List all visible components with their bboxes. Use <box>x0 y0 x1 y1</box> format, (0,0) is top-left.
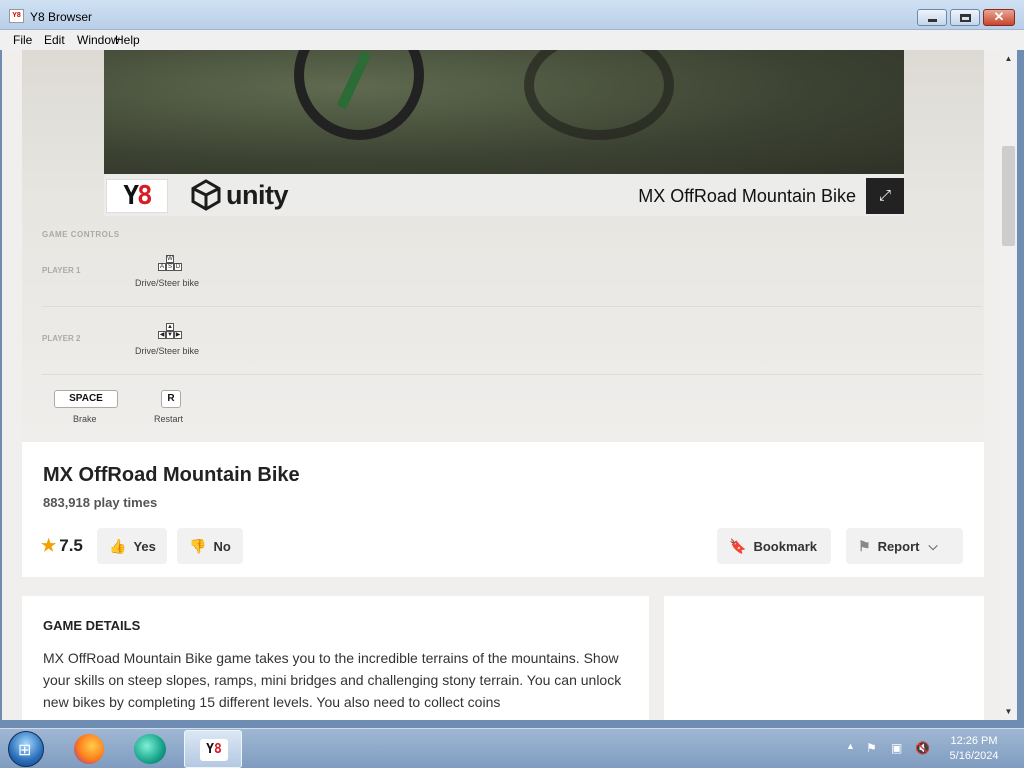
bookmark-label: Bookmark <box>753 538 818 554</box>
flag-icon: ⚑ <box>858 537 871 554</box>
key-up: ▲ <box>166 323 174 331</box>
taskbar: ⊞ Y8 ▲ ⚑ ▣ 🔇 12:26 PM 5/16/2024 <box>0 728 1024 768</box>
game-overlay-title: MX OffRoad Mountain Bike <box>638 186 856 206</box>
taskbar-app[interactable] <box>121 730 179 768</box>
restart-caption: Restart <box>154 414 184 424</box>
key-s: S <box>166 263 174 271</box>
player2-caption: Drive/Steer bike <box>135 346 200 356</box>
dislike-button[interactable]: 👎 No <box>177 528 243 564</box>
y8-icon: Y8 <box>200 739 228 761</box>
key-down: ▼ <box>166 331 174 339</box>
window-title: Y8 Browser <box>30 10 93 24</box>
game-info-card: MX OffRoad Mountain Bike 883,918 play ti… <box>22 442 984 577</box>
game-title: MX OffRoad Mountain Bike <box>43 464 300 486</box>
close-icon: ✕ <box>993 9 1005 24</box>
key-right: ▶ <box>174 331 182 339</box>
chevron-down-icon: ⌵ <box>928 538 938 553</box>
details-text: MX OffRoad Mountain Bike game takes you … <box>43 650 622 710</box>
app-globe-icon <box>134 734 166 764</box>
player1-label: PLAYER 1 <box>42 266 81 275</box>
menu-edit[interactable]: Edit <box>44 33 65 47</box>
game-footer-bar: Y8 unity MX OffRoad Mountain Bike ⤢ <box>104 174 904 216</box>
rating-value: 7.5 <box>59 536 83 555</box>
clock-time: 12:26 PM <box>950 735 998 747</box>
report-button[interactable]: ⚑ Report ⌵ <box>846 528 963 564</box>
details-heading: GAME DETAILS <box>43 618 141 633</box>
brake-caption: Brake <box>73 414 97 424</box>
clock-date: 5/16/2024 <box>949 750 999 762</box>
unity-logo: unity <box>190 178 289 212</box>
player1-caption: Drive/Steer bike <box>135 278 200 288</box>
key-d: D <box>174 263 182 271</box>
maximize-button[interactable] <box>950 9 980 26</box>
controls-divider <box>42 306 982 307</box>
unity-wordmark: unity <box>226 179 289 210</box>
tray-expand-icon[interactable]: ▲ <box>846 741 855 751</box>
scroll-up-icon[interactable]: ▲ <box>1000 50 1017 67</box>
key-a: A <box>158 263 166 271</box>
close-button[interactable]: ✕ <box>983 9 1015 26</box>
play-count: 883,918 play times <box>43 495 158 510</box>
bookmark-button[interactable]: 🔖 Bookmark <box>717 528 831 564</box>
like-button[interactable]: 👍 Yes <box>97 528 167 564</box>
star-icon: ★ <box>41 536 57 555</box>
minimize-icon <box>928 19 937 22</box>
clock[interactable]: 12:26 PM 5/16/2024 <box>944 734 1004 764</box>
bike-shadow-shape <box>524 50 674 140</box>
vertical-scrollbar[interactable]: ▲ ▼ <box>1000 50 1017 720</box>
game-details-card: GAME DETAILS MX OffRoad Mountain Bike ga… <box>22 596 649 720</box>
side-card <box>664 596 984 720</box>
scroll-thumb[interactable] <box>1002 146 1015 246</box>
report-label: Report <box>877 538 920 554</box>
scroll-down-icon[interactable]: ▼ <box>1000 703 1017 720</box>
key-w: W <box>166 255 174 263</box>
page-viewport: Y8 unity MX OffRoad Mountain Bike ⤢ GAME… <box>2 50 1000 720</box>
action-center-flag-icon[interactable]: ⚑ <box>866 741 877 755</box>
dislike-label: No <box>213 538 231 554</box>
firefox-icon <box>74 734 104 764</box>
fullscreen-button[interactable]: ⤢ <box>866 178 904 214</box>
taskbar-y8-browser[interactable]: Y8 <box>184 730 242 768</box>
maximize-icon <box>960 14 971 22</box>
network-icon[interactable]: ▣ <box>891 741 902 755</box>
player2-label: PLAYER 2 <box>42 334 81 343</box>
unity-cube-icon <box>191 179 221 211</box>
app-icon: Y8 <box>9 9 24 23</box>
menu-view[interactable]: Window <box>77 33 120 47</box>
rating: ★ 7.5 <box>41 536 83 556</box>
bookmark-icon: 🔖 <box>729 537 747 554</box>
y8-logo[interactable]: Y8 <box>106 179 168 213</box>
menu-window[interactable]: Help <box>115 33 140 47</box>
thumbs-up-icon: 👍 <box>109 537 127 554</box>
menu-file[interactable]: File <box>13 33 32 47</box>
expand-icon: ⤢ <box>878 187 891 204</box>
start-button[interactable]: ⊞ <box>8 731 44 767</box>
key-space: SPACE <box>54 390 118 408</box>
controls-divider <box>42 374 982 375</box>
thumbs-down-icon: 👎 <box>189 537 207 554</box>
volume-muted-icon[interactable]: 🔇 <box>915 741 930 755</box>
windows-logo-icon: ⊞ <box>18 742 32 759</box>
menu-bar: File Edit Window Help <box>0 30 1024 50</box>
window-titlebar: Y8 Y8 Browser ✕ <box>0 0 1024 30</box>
key-left: ◀ <box>158 331 166 339</box>
game-canvas[interactable] <box>104 50 904 174</box>
like-label: Yes <box>133 538 156 554</box>
taskbar-firefox[interactable] <box>60 730 118 768</box>
controls-heading: GAME CONTROLS <box>42 230 120 239</box>
key-r: R <box>161 390 181 408</box>
minimize-button[interactable] <box>917 9 947 26</box>
